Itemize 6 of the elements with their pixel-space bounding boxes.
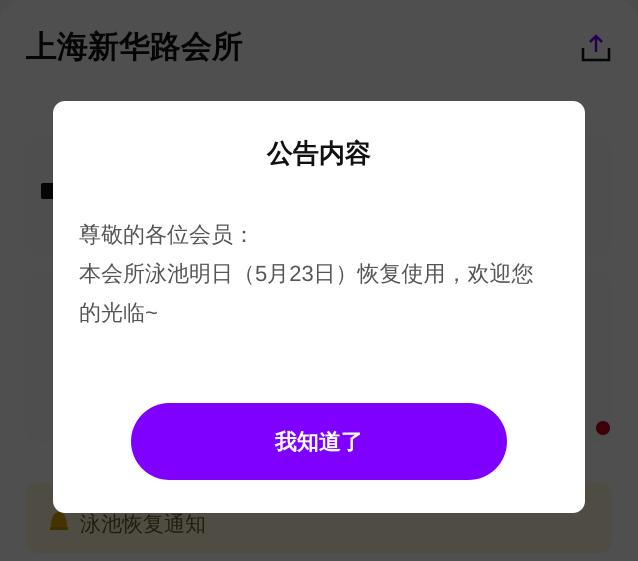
share-icon[interactable] [581,32,611,62]
dialog-title: 公告内容 [267,137,371,170]
acknowledge-button[interactable]: 我知道了 [131,403,507,480]
announcement-text: 尊敬的各位会员： [79,221,256,249]
announcement-text: 本会所泳池明日（5月23日）恢复使用，欢迎您的光临~ [79,260,535,327]
club-title: 上海新华路会所 [26,28,243,66]
